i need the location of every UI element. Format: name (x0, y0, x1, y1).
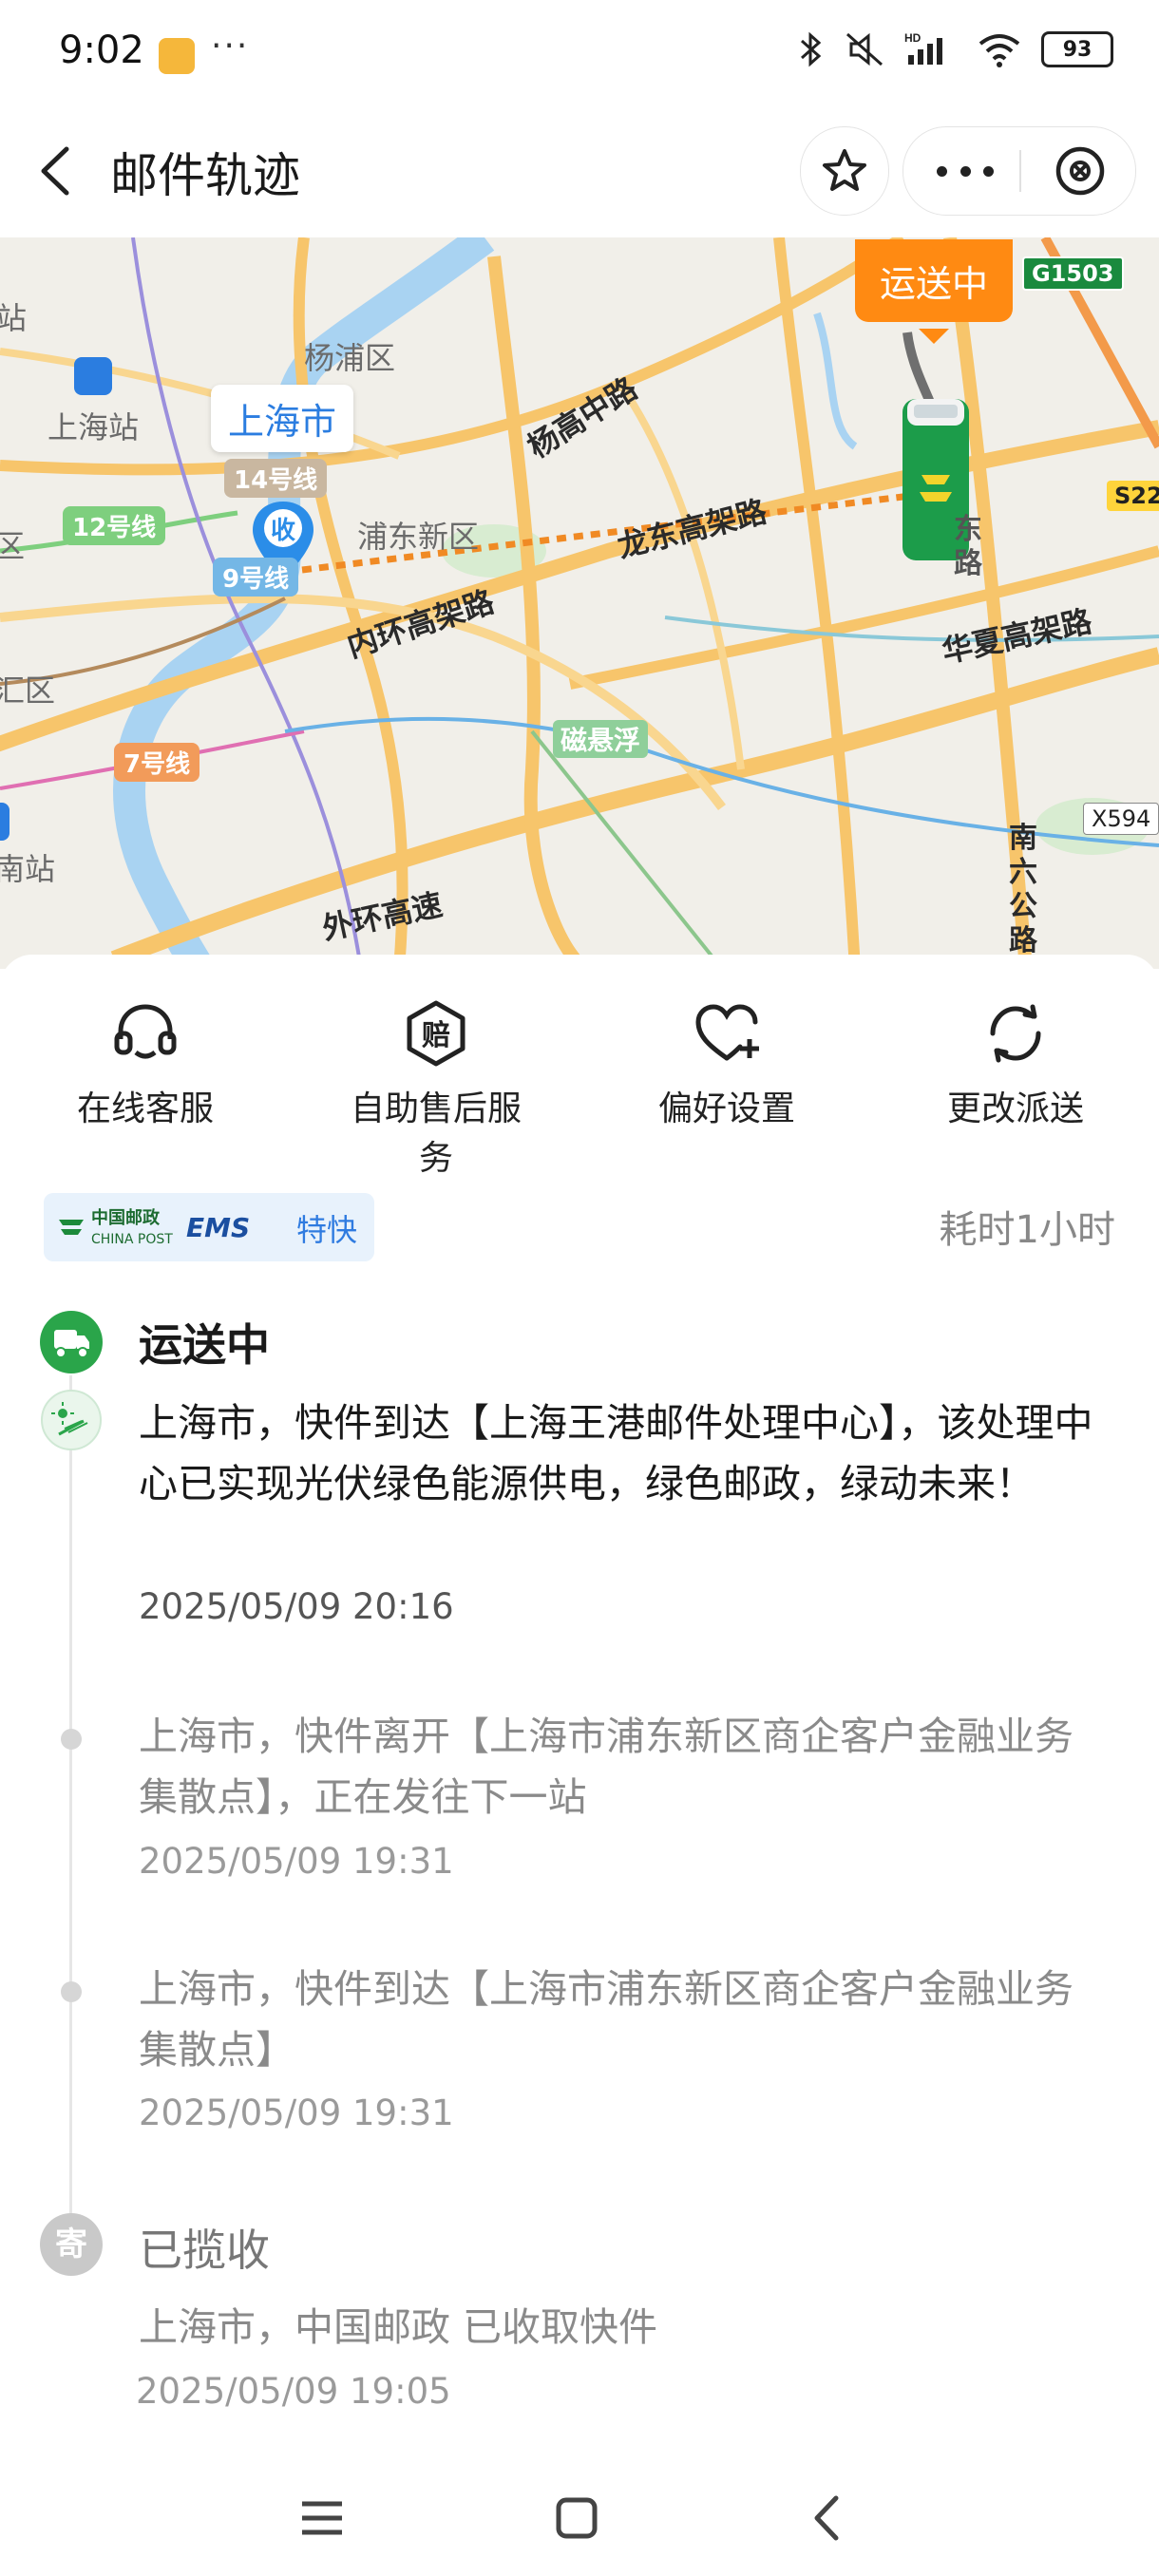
action-label: 更改派送 (946, 1089, 1084, 1128)
map-label-south-station: 南站 (0, 851, 56, 887)
heart-plus-icon (695, 1004, 759, 1061)
map-label-district: 区 (0, 528, 26, 564)
mute-icon (846, 32, 883, 66)
favorite-button[interactable] (800, 126, 889, 216)
city-bubble: 上海市 (211, 385, 354, 452)
service-type: 特快 (296, 1212, 358, 1248)
headset-icon (114, 1004, 177, 1059)
refresh-icon (990, 1004, 1041, 1063)
china-post-logo-text: 中国邮政 (91, 1208, 160, 1228)
metro-tag-7: 7号线 (114, 743, 200, 782)
timeline-dot (61, 1729, 82, 1750)
timeline-event-time: 2025/05/09 20:16 (139, 1586, 454, 1627)
road-sign-x594: X594 (1083, 803, 1159, 835)
system-navigation-bar (0, 2451, 1159, 2576)
signal-icon: HD (904, 31, 942, 65)
recent-apps-button[interactable] (300, 2498, 344, 2538)
timeline-event-time: 2025/05/09 19:05 (136, 2371, 451, 2412)
status-bubble-pointer (919, 329, 949, 344)
back-button[interactable] (28, 138, 86, 204)
map-label-pudong: 浦东新区 (357, 519, 480, 555)
online-service-button[interactable]: 在线客服 (46, 995, 245, 1130)
map-background (0, 237, 1159, 969)
mini-program-capsule (902, 126, 1136, 216)
timeline-status-title: 运送中 (139, 1319, 270, 1371)
timeline-event-text: 上海市，快件到达【上海市浦东新区商企客户金融业务集散点】 (139, 1966, 1074, 2073)
app-header: 邮件轨迹 (0, 109, 1159, 237)
china-post-logo-en: CHINA POST (91, 1232, 173, 1247)
change-delivery-button[interactable]: 更改派送 (916, 995, 1115, 1130)
system-icons: HD 93 (796, 30, 1113, 68)
more-notifications-icon: ··· (211, 27, 250, 66)
map-label-xuhui: 汇区 (0, 672, 56, 709)
home-button[interactable] (555, 2496, 598, 2540)
timeline-line (69, 1375, 72, 2240)
notification-app-icon (159, 38, 195, 74)
timeline-event-text: 上海市，快件离开【上海市浦东新区商企客户金融业务集散点】，正在发往下一站 (139, 1714, 1074, 1820)
svg-text:赔: 赔 (422, 1019, 450, 1052)
road-label-maglev: 磁悬浮 (553, 720, 649, 758)
road-label-dong: 东路 (954, 513, 982, 580)
chevron-left-icon (41, 146, 69, 196)
bluetooth-icon (801, 31, 822, 67)
metro-tag-14: 14号线 (224, 459, 328, 498)
timeline-event-text: 上海市，中国邮政 已收取快件 (139, 2304, 658, 2350)
map-label-yangpu: 杨浦区 (304, 340, 396, 376)
wifi-icon (978, 34, 1020, 67)
metro-tag-12: 12号线 (63, 506, 166, 545)
close-button[interactable] (1054, 144, 1107, 198)
shipping-status-bubble: 运送中 (855, 239, 1014, 322)
preferences-button[interactable]: 偏好设置 (627, 995, 826, 1130)
map-label-station: 站 (0, 300, 28, 336)
timeline-dot (61, 1981, 82, 2002)
after-sales-button[interactable]: 赔 自助售后服务 (336, 995, 536, 1180)
action-label: 自助售后服务 (350, 1089, 522, 1178)
close-circle-icon (1055, 146, 1105, 196)
compensation-icon: 赔 (407, 1000, 466, 1067)
battery-indicator: 93 (1041, 31, 1113, 67)
china-post-logo-icon (59, 1220, 84, 1235)
railway-station-icon (74, 357, 112, 395)
ems-logo: EMS (186, 1212, 251, 1243)
tracking-map[interactable]: 站 杨浦区 上海站 浦东新区 区 汇区 南站 杨高中路 龙东高架路 内环高架路 … (0, 237, 1159, 969)
truck-status-icon (40, 1311, 103, 1373)
metro-tag-9: 9号线 (213, 558, 299, 597)
status-bar: 9:02 ··· HD 93 (0, 0, 1159, 109)
clock: 9:02 (59, 28, 144, 72)
railway-station-icon (0, 803, 10, 841)
more-menu-button[interactable] (937, 152, 994, 190)
carrier-badge: 中国邮政 CHINA POST EMS 特快 (44, 1193, 374, 1261)
timeline-event-text: 上海市，快件到达【上海王港邮件处理中心】，该处理中心已实现光伏绿色能源供电，绿色… (139, 1400, 1093, 1506)
transit-duration: 耗时1小时 (939, 1208, 1115, 1252)
pickup-badge-icon: 寄 (40, 2213, 103, 2276)
action-label: 偏好设置 (657, 1089, 795, 1128)
action-label: 在线客服 (76, 1089, 214, 1128)
map-label-shanghai-station: 上海站 (48, 409, 140, 445)
star-icon (823, 149, 866, 191)
pickup-pin-label: 收 (270, 517, 295, 545)
road-label-nanliu: 南六公路 (1009, 822, 1037, 957)
page-title: 邮件轨迹 (110, 148, 300, 203)
timeline-pickup-title: 已揽收 (139, 2225, 270, 2276)
capsule-divider (1019, 150, 1021, 192)
green-energy-icon (41, 1390, 102, 1450)
highway-sign-s22: S22 (1107, 481, 1159, 511)
timeline-event-time: 2025/05/09 19:31 (139, 2093, 454, 2133)
system-back-button[interactable] (809, 2494, 844, 2542)
svg-text:HD: HD (904, 31, 922, 45)
timeline-event-time: 2025/05/09 19:31 (139, 1841, 454, 1882)
highway-sign-g1503: G1503 (1022, 256, 1124, 291)
